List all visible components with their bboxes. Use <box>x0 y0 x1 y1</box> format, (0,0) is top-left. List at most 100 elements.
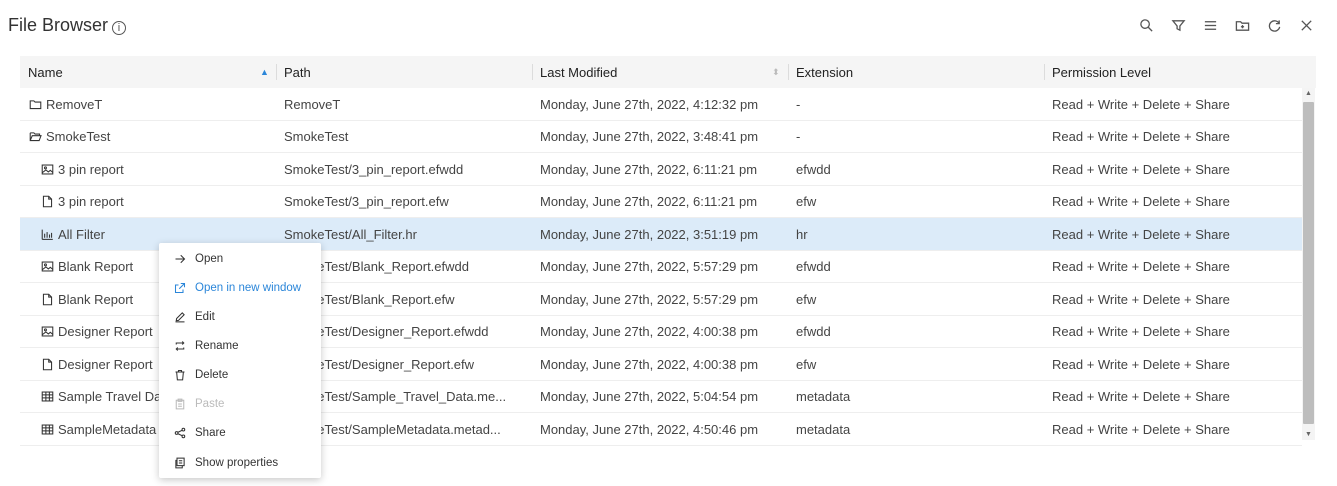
menu-item-edit[interactable]: Edit <box>159 302 321 331</box>
vertical-scrollbar[interactable]: ▲ ▼ <box>1302 88 1315 440</box>
menu-item-open[interactable]: Open <box>159 244 321 273</box>
column-header-name[interactable]: Name <box>28 56 63 88</box>
row-name-text: Designer Report <box>58 324 153 339</box>
cell-last-modified: Monday, June 27th, 2022, 4:50:46 pm <box>540 421 759 437</box>
external-window-icon <box>173 281 187 295</box>
column-separator[interactable] <box>276 64 277 80</box>
menu-item-label: Edit <box>195 310 215 323</box>
scroll-thumb[interactable] <box>1303 102 1314 424</box>
row-name-text: Designer Report <box>58 356 153 372</box>
cell-permission: Read + Write + Delete + Share <box>1052 389 1230 404</box>
image-icon <box>40 260 54 274</box>
cell-path: SmokeTest <box>284 129 349 144</box>
edit-icon <box>173 310 187 324</box>
rename-icon <box>173 339 187 353</box>
row-name-text: Blank Report <box>58 259 134 274</box>
cell-extension: metadata <box>796 389 851 404</box>
properties-icon <box>173 456 187 470</box>
folder-open-icon <box>28 130 42 144</box>
scroll-down-icon[interactable]: ▼ <box>1305 431 1312 438</box>
cell-permission: Read + Write + Delete + Share <box>1052 356 1230 372</box>
cell-path: SmokeTest/3_pin_report.efwdd <box>284 161 464 177</box>
cell-last-modified: Monday, June 27th, 2022, 4:00:38 pm <box>540 356 759 372</box>
row-name-text: Blank Report <box>58 291 134 307</box>
cell-name: 3 pin report <box>40 186 280 218</box>
table-icon <box>40 422 54 436</box>
row-name-text: SmokeTest <box>46 129 111 144</box>
menu-item-paste: Paste <box>159 389 321 418</box>
bar-chart-icon <box>40 227 54 241</box>
cell-permission: Read + Write + Delete + Share <box>1052 194 1230 209</box>
cell-extension: efw <box>796 291 817 307</box>
row-name-text: 3 pin report <box>58 194 124 209</box>
column-header-last-modified[interactable]: Last Modified <box>540 56 617 88</box>
cell-permission: Read + Write + Delete + Share <box>1052 291 1230 307</box>
cell-permission: Read + Write + Delete + Share <box>1052 226 1230 242</box>
arrow-right-icon <box>173 252 187 266</box>
cell-path: RemoveT <box>284 96 341 112</box>
table-row[interactable]: RemoveT RemoveT Monday, June 27th, 2022, 4… <box>20 88 1302 121</box>
table-row[interactable]: SmokeTest SmokeTest Monday, June 27th, 202… <box>20 121 1302 153</box>
cell-permission: Read + Write + Delete + Share <box>1052 96 1230 112</box>
menu-item-label: Open <box>195 252 224 265</box>
cell-permission: Read + Write + Delete + Share <box>1052 129 1230 144</box>
cell-last-modified: Monday, June 27th, 2022, 3:51:19 pm <box>540 226 759 242</box>
cell-last-modified: Monday, June 27th, 2022, 4:00:38 pm <box>540 324 759 339</box>
cell-extension: efwdd <box>796 324 831 339</box>
menu-item-label: Rename <box>195 339 239 352</box>
menu-item-rename[interactable]: Rename <box>159 331 321 360</box>
close-icon[interactable] <box>1297 16 1315 34</box>
refresh-icon[interactable] <box>1265 16 1283 34</box>
cell-name: 3 pin report <box>40 153 280 185</box>
info-icon[interactable]: i <box>112 21 127 35</box>
column-header-path[interactable]: Path <box>284 56 311 88</box>
cell-extension: metadata <box>796 421 851 437</box>
column-header-permission[interactable]: Permission Level <box>1052 56 1151 88</box>
column-header-extension[interactable]: Extension <box>796 56 853 88</box>
file-icon <box>40 357 54 371</box>
row-name-text: All Filter <box>58 226 105 242</box>
menu-item-label: Show properties <box>195 456 279 469</box>
cell-extension: efw <box>796 194 817 209</box>
cell-last-modified: Monday, June 27th, 2022, 4:12:32 pm <box>540 96 759 112</box>
paste-icon <box>173 397 187 411</box>
new-folder-icon[interactable] <box>1233 16 1251 34</box>
cell-extension: efw <box>796 356 817 372</box>
filter-icon[interactable] <box>1169 16 1187 34</box>
share-icon <box>173 426 187 440</box>
cell-extension: - <box>796 96 801 112</box>
column-separator[interactable] <box>788 64 789 80</box>
menu-item-open-in-new-window[interactable]: Open in new window <box>159 273 321 302</box>
menu-item-label: Delete <box>195 368 229 381</box>
menu-item-delete[interactable]: Delete <box>159 360 321 389</box>
cell-last-modified: Monday, June 27th, 2022, 6:11:21 pm <box>540 194 758 209</box>
image-icon <box>40 162 54 176</box>
toolbar <box>1137 16 1315 34</box>
folder-icon <box>28 97 42 111</box>
table-row[interactable]: 3 pin report SmokeTest/3_pin_report.efwdd… <box>20 153 1302 186</box>
grid-header: Name ▲ Path Last Modified ⬍ Extension Pe… <box>20 56 1316 88</box>
cell-extension: efwdd <box>796 259 831 274</box>
cell-last-modified: Monday, June 27th, 2022, 6:11:21 pm <box>540 161 758 177</box>
scroll-up-icon[interactable]: ▲ <box>1305 90 1312 97</box>
menu-item-label: Paste <box>195 397 225 410</box>
cell-last-modified: Monday, June 27th, 2022, 5:04:54 pm <box>540 389 759 404</box>
page-title: File Browser i <box>8 15 127 36</box>
menu-icon[interactable] <box>1201 16 1219 34</box>
row-name-text: 3 pin report <box>58 161 124 177</box>
menu-item-share[interactable]: Share <box>159 418 321 447</box>
search-icon[interactable] <box>1137 16 1155 34</box>
table-row[interactable]: 3 pin report SmokeTest/3_pin_report.efw Mo… <box>20 186 1302 218</box>
cell-permission: Read + Write + Delete + Share <box>1052 161 1230 177</box>
column-separator[interactable] <box>1044 64 1045 80</box>
file-icon <box>40 292 54 306</box>
column-separator[interactable] <box>532 64 533 80</box>
cell-path: SmokeTest/3_pin_report.efw <box>284 194 449 209</box>
image-icon <box>40 325 54 339</box>
menu-item-label: Open in new window <box>195 281 302 294</box>
menu-item-show-properties[interactable]: Show properties <box>159 448 321 477</box>
menu-item-label: Share <box>195 426 226 439</box>
context-menu: Open Open in new window Edit Rename Delete Pa… <box>159 243 321 478</box>
title-text: File Browser <box>8 15 109 35</box>
cell-extension: hr <box>796 226 808 242</box>
